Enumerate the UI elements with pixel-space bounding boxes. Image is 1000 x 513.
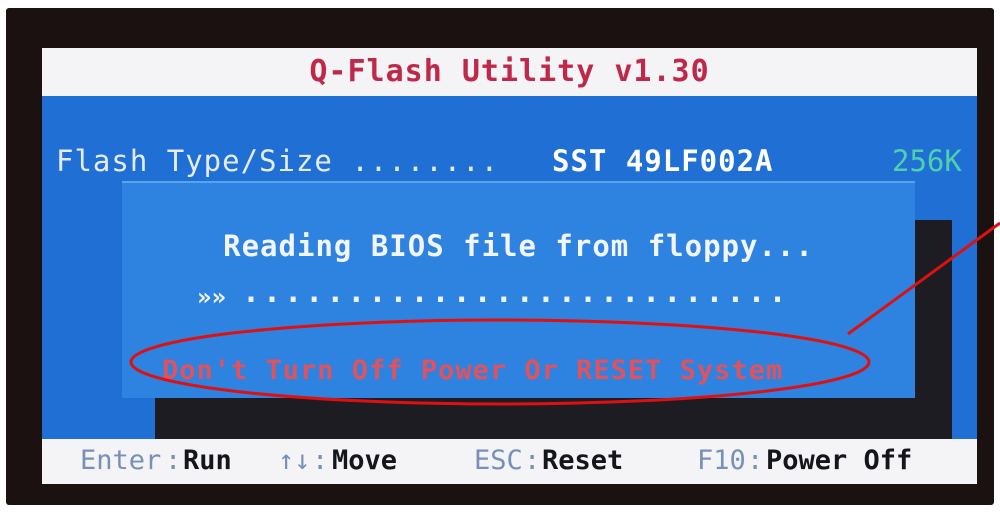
key-arrows-icon: ↑↓ [278, 445, 311, 476]
key-help-bar: Enter : Run ↑↓ : Move ESC : Reset F10 : … [42, 439, 977, 484]
status-message: Reading BIOS file from floppy... [223, 229, 814, 263]
key-esc: ESC [474, 445, 523, 476]
action-move[interactable]: Move [332, 445, 397, 476]
app-title: Q-Flash Utility v1.30 [309, 54, 710, 89]
flash-size-value: 256K [892, 144, 962, 178]
progress-arrows-icon: »» [197, 283, 226, 311]
monitor-photo: Q-Flash Utility v1.30 Flash Type/Size ..… [6, 8, 994, 505]
flash-chip-value: SST 49LF002A [552, 144, 774, 178]
warning-message: Don't Turn Off Power Or RESET System [162, 355, 784, 386]
action-power-off[interactable]: Power Off [766, 445, 912, 476]
progress-bar: .......................... [242, 275, 790, 310]
key-f10: F10 [697, 445, 746, 476]
progress-dialog: Reading BIOS file from floppy... »» ....… [122, 181, 915, 398]
action-reset[interactable]: Reset [542, 445, 623, 476]
flash-type-label: Flash Type/Size ........ [56, 144, 500, 178]
action-run[interactable]: Run [183, 445, 232, 476]
bios-screen: Q-Flash Utility v1.30 Flash Type/Size ..… [42, 48, 977, 484]
key-enter: Enter [80, 445, 162, 476]
title-bar: Q-Flash Utility v1.30 [42, 48, 977, 96]
